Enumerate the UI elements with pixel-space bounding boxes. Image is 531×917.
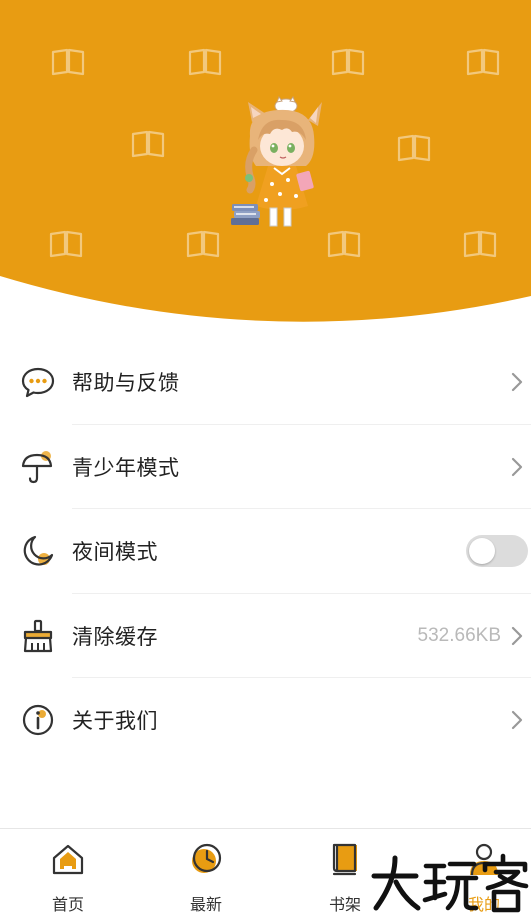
book-pattern-icon — [49, 230, 83, 258]
menu-item-clear-cache[interactable]: 清除缓存 532.66KB — [0, 594, 531, 678]
info-icon — [22, 705, 54, 736]
profile-header — [0, 0, 531, 330]
book-pattern-icon — [327, 230, 361, 258]
book-icon — [332, 843, 357, 876]
mascot-avatar[interactable] — [228, 96, 332, 232]
menu-item-label: 夜间模式 — [72, 540, 158, 565]
chevron-right-icon — [511, 626, 523, 645]
menu-item-night-mode: 夜间模式 — [0, 509, 531, 594]
chat-bubble-icon — [21, 368, 55, 398]
book-pattern-icon — [466, 48, 500, 76]
book-pattern-icon — [397, 134, 431, 162]
nav-item-home[interactable]: 首页 — [2, 829, 134, 917]
book-pattern-icon — [463, 230, 497, 258]
moon-icon — [23, 536, 54, 566]
book-pattern-icon — [186, 230, 220, 258]
book-pattern-icon — [188, 48, 222, 76]
broom-icon — [23, 619, 53, 652]
umbrella-icon — [21, 450, 53, 483]
nav-label: 最新 — [189, 895, 222, 914]
chevron-right-icon — [511, 457, 523, 476]
book-pattern-icon — [331, 48, 365, 76]
menu-item-label: 青少年模式 — [72, 455, 180, 480]
menu-item-help-feedback[interactable]: 帮助与反馈 — [0, 340, 531, 425]
book-pattern-icon — [51, 48, 85, 76]
home-icon — [52, 844, 84, 875]
menu-item-about-us[interactable]: 关于我们 — [0, 678, 531, 763]
watermark-logo — [371, 853, 529, 913]
menu-item-label: 关于我们 — [72, 709, 158, 734]
chevron-right-icon — [511, 373, 523, 392]
chevron-right-icon — [511, 711, 523, 730]
settings-menu: 帮助与反馈 青少年模式 夜间模式 清除缓存 532.66KB 关于我们 — [0, 340, 531, 763]
toggle-knob — [469, 538, 495, 565]
clock-icon — [192, 843, 222, 873]
menu-item-youth-mode[interactable]: 青少年模式 — [0, 425, 531, 509]
book-pattern-icon — [131, 130, 165, 158]
menu-item-label: 清除缓存 — [72, 624, 158, 649]
night-mode-toggle[interactable] — [466, 535, 528, 568]
cache-size-value: 532.66KB — [417, 624, 501, 646]
nav-item-latest[interactable]: 最新 — [140, 829, 272, 917]
menu-item-label: 帮助与反馈 — [72, 371, 180, 396]
nav-label: 首页 — [51, 895, 84, 914]
